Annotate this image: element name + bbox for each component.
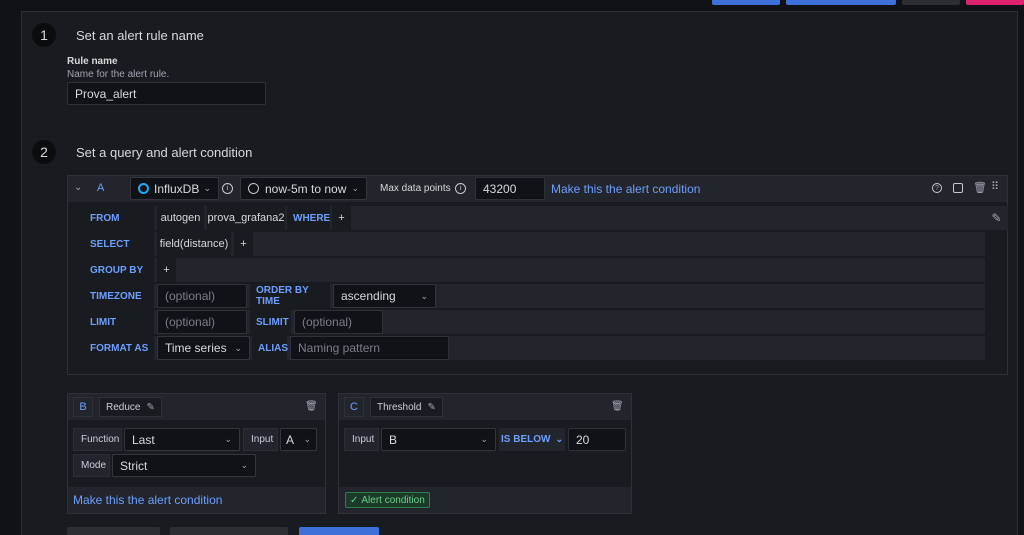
from-keyword: FROM (84, 206, 154, 230)
threshold-operator-value: IS BELOW (501, 434, 551, 445)
expression-c-ref[interactable]: C (344, 397, 364, 417)
alias-input[interactable]: Naming pattern (290, 336, 449, 360)
format-as-value: Time series (165, 341, 227, 355)
trash-icon[interactable]: 🗑 (611, 401, 624, 412)
mode-value: Strict (120, 458, 148, 473)
add-select-button[interactable]: + (234, 232, 253, 256)
expression-b-type-label: Reduce (106, 401, 141, 413)
rule-name-input[interactable]: Prova_alert (67, 82, 266, 105)
max-data-points-input[interactable]: 43200 (475, 177, 545, 200)
input-select-c[interactable]: B ⌄ (381, 428, 496, 451)
step-2-number: 2 (32, 140, 56, 164)
step-1-number: 1 (32, 23, 56, 47)
group-by-keyword: GROUP BY (84, 258, 154, 282)
threshold-operator-select[interactable]: IS BELOW ⌄ (499, 428, 565, 451)
make-alert-condition-link-a[interactable]: Make this the alert condition (551, 182, 700, 196)
chevron-down-icon: ⌄ (224, 434, 232, 444)
add-expression-button[interactable] (170, 527, 288, 535)
threshold-value-input[interactable]: 20 (568, 428, 626, 451)
trash-icon[interactable]: 🗑 (973, 181, 987, 194)
expression-c-type-label: Threshold (377, 401, 422, 413)
max-data-points-label: Max data points (380, 183, 451, 194)
query-ref-id[interactable]: A (97, 182, 104, 194)
add-query-button[interactable] (67, 527, 160, 535)
order-by-time-value: ascending (341, 289, 396, 303)
measurement-segment[interactable]: prova_grafana2 (207, 206, 285, 230)
chevron-down-icon: ⌄ (303, 434, 311, 444)
collapse-chevron-icon[interactable]: ⌄ (74, 182, 82, 193)
make-alert-condition-link-b[interactable]: Make this the alert condition (73, 493, 222, 507)
rule-name-description: Name for the alert rule. (67, 69, 170, 80)
influxdb-icon (138, 183, 149, 194)
limit-input[interactable]: (optional) (157, 310, 247, 334)
alias-keyword: ALIAS (252, 336, 288, 360)
check-icon: ✓ (350, 494, 359, 506)
preview-button[interactable] (299, 527, 379, 535)
function-label: Function (73, 428, 122, 451)
slimit-keyword: SLIMIT (250, 310, 291, 334)
time-range-picker[interactable]: now-5m to now ⌄ (240, 177, 367, 200)
where-keyword: WHERE (287, 206, 330, 230)
help-icon[interactable]: ? (932, 183, 942, 193)
chevron-down-icon: ⌄ (234, 342, 242, 353)
expression-b-type[interactable]: Reduce ✎ (99, 397, 162, 417)
chevron-down-icon: ⌄ (555, 434, 563, 444)
input-select-b[interactable]: A ⌄ (280, 428, 317, 451)
pencil-icon: ✎ (427, 401, 436, 413)
top-button-2[interactable] (786, 0, 896, 5)
datasource-picker[interactable]: InfluxDB ⌄ (130, 177, 219, 200)
top-button-1[interactable] (712, 0, 780, 5)
retention-policy-segment[interactable]: autogen (157, 206, 204, 230)
alert-condition-badge-label: Alert condition (361, 494, 425, 506)
mode-label: Mode (73, 454, 110, 477)
expression-c-type[interactable]: Threshold ✎ (370, 397, 443, 417)
trash-icon[interactable]: 🗑 (305, 401, 318, 412)
chevron-down-icon: ⌄ (480, 434, 488, 444)
top-button-3[interactable] (902, 0, 960, 5)
limit-keyword: LIMIT (84, 310, 154, 334)
field-segment[interactable]: field(distance) (157, 232, 231, 256)
expression-b-ref[interactable]: B (73, 397, 93, 417)
select-keyword: SELECT (84, 232, 154, 256)
clock-icon (248, 183, 259, 194)
pencil-icon: ✎ (146, 401, 155, 413)
chevron-down-icon: ⌄ (203, 183, 211, 193)
add-group-by-button[interactable]: + (157, 258, 176, 282)
order-by-time-select[interactable]: ascending ⌄ (333, 284, 436, 308)
chevron-down-icon: ⌄ (420, 290, 428, 301)
datasource-name: InfluxDB (154, 181, 200, 196)
edit-query-pencil-icon[interactable]: ✎ (985, 206, 1008, 230)
mode-select[interactable]: Strict ⌄ (112, 454, 256, 477)
timezone-input[interactable]: (optional) (157, 284, 247, 308)
format-as-keyword: FORMAT AS (84, 336, 154, 360)
step-1: 1 Set an alert rule name (32, 23, 204, 47)
function-value: Last (132, 432, 155, 447)
rule-name-label: Rule name (67, 56, 118, 67)
group-by-row (84, 258, 985, 282)
order-by-time-keyword: ORDER BY TIME (250, 284, 330, 308)
timezone-keyword: TIMEZONE (84, 284, 154, 308)
input-label-c: Input (344, 428, 379, 451)
top-button-danger[interactable] (966, 0, 1024, 5)
info-circle-icon[interactable]: i (222, 183, 233, 194)
duplicate-icon[interactable] (953, 183, 963, 193)
input-label-b: Input (243, 428, 278, 451)
step-2: 2 Set a query and alert condition (32, 140, 252, 164)
add-where-button[interactable]: + (332, 206, 351, 230)
info-circle-icon[interactable]: i (455, 183, 466, 194)
time-range-value: now-5m to now (265, 181, 347, 196)
step-1-title: Set an alert rule name (76, 27, 204, 43)
input-value-c: B (389, 432, 398, 447)
drag-handle-icon[interactable]: ⠿ (991, 180, 999, 193)
function-select[interactable]: Last ⌄ (124, 428, 240, 451)
slimit-input[interactable]: (optional) (294, 310, 383, 334)
input-value-b: A (286, 432, 295, 447)
alert-condition-badge: ✓ Alert condition (345, 492, 430, 508)
chevron-down-icon: ⌄ (240, 460, 248, 470)
format-as-select[interactable]: Time series ⌄ (157, 336, 250, 360)
step-2-title: Set a query and alert condition (76, 144, 253, 160)
chevron-down-icon: ⌄ (351, 183, 359, 193)
